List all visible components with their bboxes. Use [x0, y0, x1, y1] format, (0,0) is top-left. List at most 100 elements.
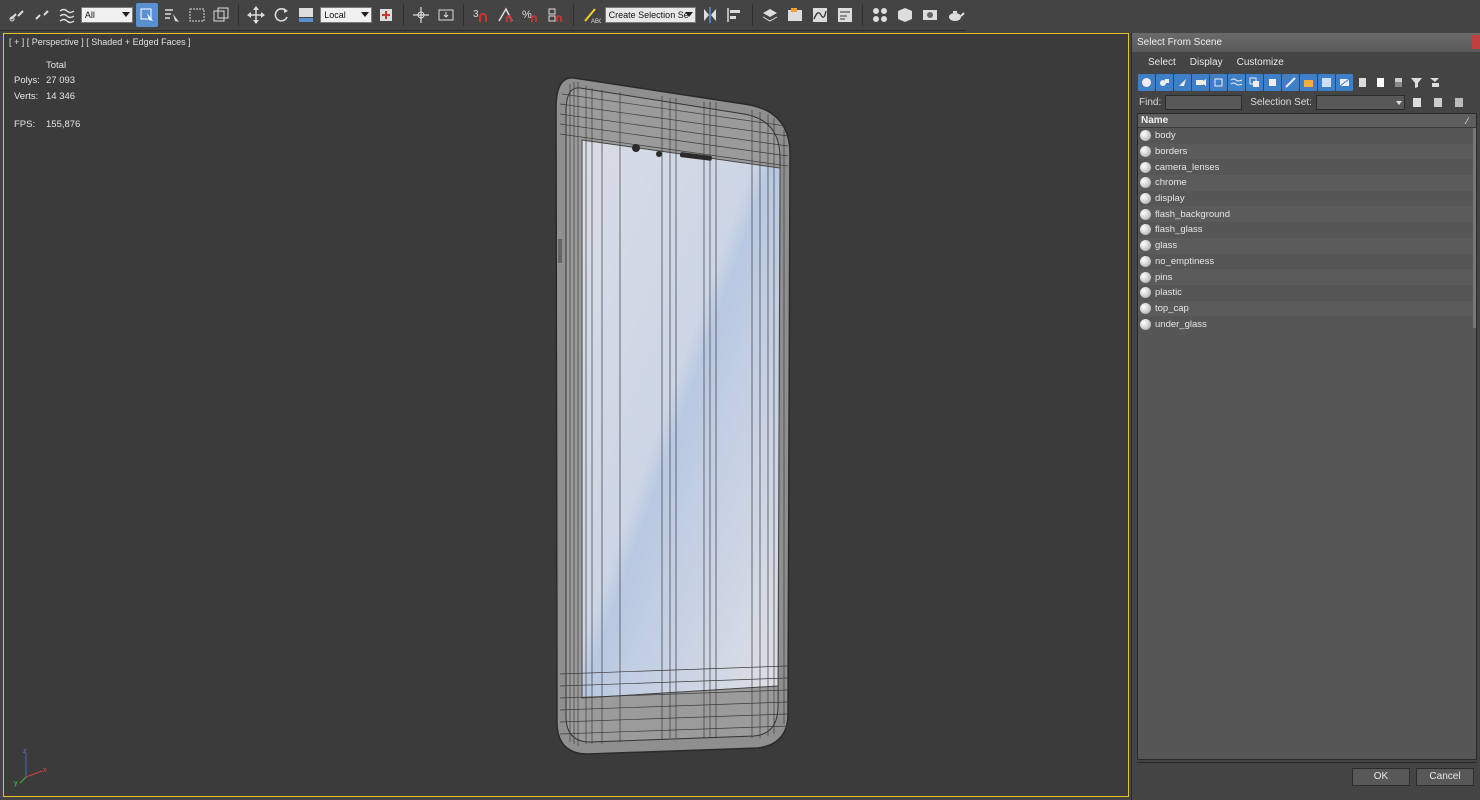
move-icon[interactable] [245, 3, 267, 27]
geometry-sphere-icon [1140, 208, 1151, 220]
phone-model-wireframe[interactable] [544, 74, 804, 767]
named-selection-set-dropdown[interactable]: Create Selection Se [604, 7, 697, 23]
selection-set-label: Selection Set: [1250, 97, 1312, 108]
reference-coordinate-dropdown[interactable]: Local [320, 7, 373, 23]
snap-3d-icon[interactable]: 3 [470, 3, 492, 27]
name-column-label: Name [1141, 115, 1169, 126]
geometry-sphere-icon [1140, 224, 1151, 236]
mirror-icon[interactable] [699, 3, 721, 27]
dialog-filter-toolbar [1132, 72, 1480, 93]
selection-set-dropdown[interactable] [1315, 95, 1405, 110]
list-header-name[interactable]: Name ⁄ [1138, 114, 1476, 128]
align-icon[interactable] [724, 3, 746, 27]
selection-set-add-icon[interactable] [1409, 94, 1426, 111]
select-by-name-icon[interactable] [161, 3, 183, 27]
menu-select[interactable]: Select [1148, 57, 1176, 68]
toolbar-separator [462, 4, 464, 26]
display-shapes-icon[interactable] [1156, 74, 1173, 91]
edit-named-selection-icon[interactable]: ABC [580, 3, 602, 27]
viewport-label[interactable]: [ + ] [ Perspective ] [ Shaded + Edged F… [9, 37, 191, 47]
filter-icon[interactable] [1408, 74, 1425, 91]
scene-explorer-icon[interactable] [784, 3, 806, 27]
pivot-center-icon[interactable] [375, 3, 397, 27]
cancel-button[interactable]: Cancel [1416, 768, 1474, 786]
percent-snap-icon[interactable]: % [520, 3, 542, 27]
keyboard-shortcut-icon[interactable] [435, 3, 457, 27]
list-item[interactable]: glass [1138, 237, 1476, 254]
render-frame-icon[interactable] [919, 3, 941, 27]
rect-selection-icon[interactable] [186, 3, 208, 27]
list-item[interactable]: flash_glass [1138, 222, 1476, 238]
select-manipulate-icon[interactable] [410, 3, 432, 27]
geometry-sphere-icon [1140, 240, 1151, 252]
spinner-snap-icon[interactable] [545, 3, 567, 27]
phone-wireframe-graphic [555, 77, 791, 755]
select-none-icon[interactable] [1372, 74, 1389, 91]
list-item[interactable]: flash_background [1138, 206, 1476, 223]
dialog-title-bar[interactable]: Select From Scene [1132, 33, 1480, 52]
material-editor-icon[interactable] [869, 3, 891, 27]
list-item[interactable]: plastic [1138, 285, 1476, 301]
list-item[interactable]: pins [1138, 269, 1476, 285]
menu-customize[interactable]: Customize [1237, 57, 1284, 68]
toolbar-empty-area [966, 0, 1480, 31]
display-groups-icon[interactable] [1246, 74, 1263, 91]
verts-value: 14 346 [46, 90, 76, 102]
svg-text:ABC: ABC [591, 19, 601, 25]
list-item[interactable]: no_emptiness [1138, 254, 1476, 270]
dialog-title: Select From Scene [1137, 37, 1223, 48]
ok-button[interactable]: OK [1352, 768, 1410, 786]
layer-manager-icon[interactable] [759, 3, 781, 27]
render-setup-icon[interactable] [894, 3, 916, 27]
list-item[interactable]: borders [1138, 143, 1476, 160]
axis-y-label: y [14, 780, 18, 787]
close-icon[interactable] [1472, 35, 1480, 49]
render-teapot-icon[interactable] [944, 3, 966, 27]
list-item[interactable]: top_cap [1138, 300, 1476, 317]
display-bones-icon[interactable] [1282, 74, 1299, 91]
curve-editor-icon[interactable] [809, 3, 831, 27]
polys-value: 27 093 [46, 75, 76, 87]
list-item[interactable]: display [1138, 191, 1476, 207]
display-xrefs-icon[interactable] [1264, 74, 1281, 91]
display-frozen-icon[interactable] [1318, 74, 1335, 91]
selection-set-remove-icon[interactable] [1430, 94, 1447, 111]
geometry-sphere-icon [1140, 130, 1151, 142]
select-invert-icon[interactable] [1390, 74, 1407, 91]
perspective-viewport[interactable]: [ + ] [ Perspective ] [ Shaded + Edged F… [3, 33, 1129, 797]
display-geometry-icon[interactable] [1138, 74, 1155, 91]
display-containers-icon[interactable] [1300, 74, 1317, 91]
geometry-sphere-icon [1140, 318, 1151, 330]
display-helpers-icon[interactable] [1210, 74, 1227, 91]
list-item[interactable]: under_glass [1138, 316, 1476, 332]
bind-spacewarp-icon[interactable] [56, 3, 78, 27]
display-hidden-icon[interactable] [1336, 74, 1353, 91]
axis-x-label: x [43, 767, 47, 774]
scene-object-list[interactable]: Name ⁄ body borders camera_lenses chrome… [1137, 113, 1477, 760]
link-icon[interactable] [6, 3, 28, 27]
selection-filter-dropdown[interactable]: All [80, 7, 133, 23]
schematic-view-icon[interactable] [834, 3, 856, 27]
find-input[interactable] [1165, 95, 1243, 110]
menu-display[interactable]: Display [1190, 57, 1223, 68]
geometry-sphere-icon [1140, 287, 1151, 299]
geometry-sphere-icon [1140, 302, 1151, 314]
selection-set-edit-icon[interactable] [1451, 94, 1468, 111]
list-item[interactable]: body [1138, 128, 1476, 144]
display-spacewarps-icon[interactable] [1228, 74, 1245, 91]
display-cameras-icon[interactable] [1192, 74, 1209, 91]
axis-z-label: z [23, 748, 27, 755]
select-all-icon[interactable] [1354, 74, 1371, 91]
sort-list-icon[interactable] [1426, 74, 1443, 91]
display-lights-icon[interactable] [1174, 74, 1191, 91]
angle-snap-icon[interactable] [495, 3, 517, 27]
list-item[interactable]: chrome [1138, 175, 1476, 191]
toolbar-separator [238, 4, 240, 26]
list-item[interactable]: camera_lenses [1138, 159, 1476, 175]
rotate-icon[interactable] [270, 3, 292, 27]
list-scrollbar[interactable] [1473, 128, 1476, 328]
window-crossing-icon[interactable] [211, 3, 233, 27]
select-object-icon[interactable] [135, 3, 158, 27]
scale-icon[interactable] [295, 3, 317, 27]
unlink-icon[interactable] [31, 3, 53, 27]
